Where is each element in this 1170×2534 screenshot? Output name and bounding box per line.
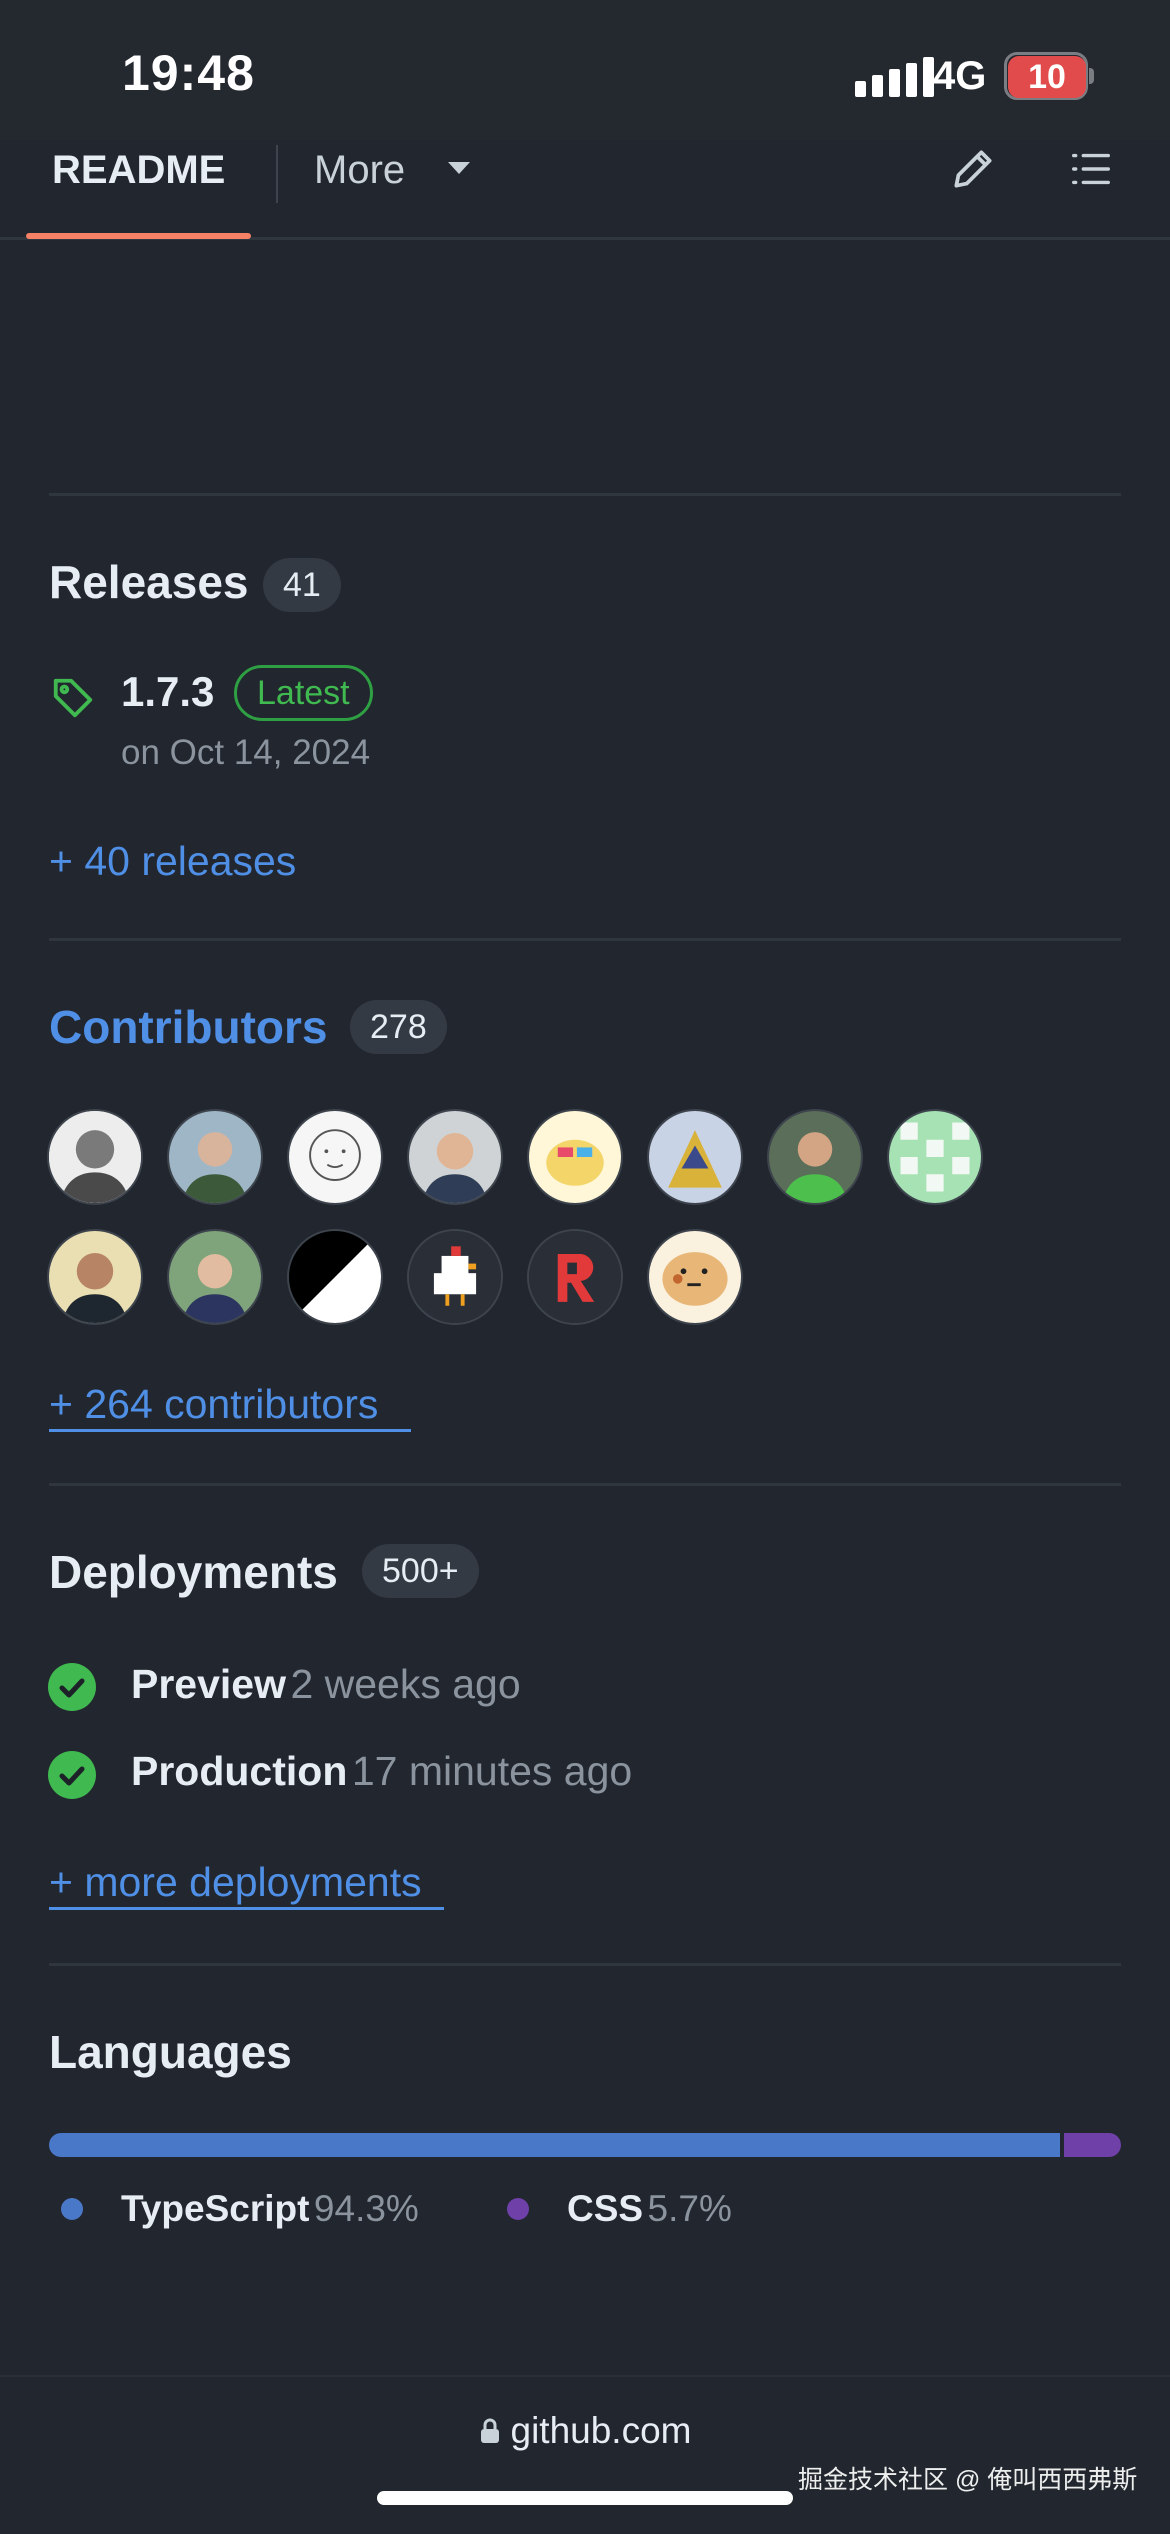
language-segment-typescript — [49, 2133, 1060, 2157]
avatar[interactable] — [887, 1109, 983, 1205]
status-time: 19:48 — [122, 45, 255, 101]
tab-separator — [276, 145, 278, 203]
deployment-item[interactable]: Preview 2 weeks ago — [131, 1661, 521, 1708]
language-bar — [49, 2133, 1121, 2157]
language-name: TypeScript — [121, 2188, 310, 2229]
latest-badge: Latest — [234, 665, 373, 721]
language-percent: 94.3% — [313, 2188, 419, 2229]
avatar[interactable] — [47, 1229, 143, 1325]
language-item[interactable]: CSS 5.7% — [567, 2188, 732, 2230]
language-dot — [61, 2198, 83, 2220]
deployment-time: 17 minutes ago — [351, 1748, 633, 1794]
languages-title: Languages — [49, 2026, 292, 2078]
tab-readme[interactable]: README — [52, 148, 225, 193]
deployment-name: Preview — [131, 1661, 286, 1707]
chevron-down-icon[interactable] — [448, 162, 470, 174]
language-segment-css — [1063, 2133, 1121, 2157]
avatar[interactable] — [407, 1229, 503, 1325]
tag-icon — [53, 678, 93, 718]
link-underline — [49, 1907, 444, 1910]
pencil-icon[interactable] — [948, 144, 998, 194]
divider — [49, 938, 1121, 941]
language-name: CSS — [567, 2188, 644, 2229]
language-dot — [507, 2198, 529, 2220]
divider — [49, 1483, 1121, 1486]
release-date: on Oct 14, 2024 — [121, 733, 371, 772]
releases-count: 41 — [263, 558, 341, 612]
contributors-title[interactable]: Contributors — [49, 1000, 328, 1054]
divider — [49, 493, 1121, 496]
contributors-count: 278 — [350, 1000, 447, 1054]
more-deployments-link[interactable]: + more deployments — [49, 1859, 422, 1906]
signal-icon — [855, 57, 934, 97]
more-releases-link[interactable]: + 40 releases — [49, 838, 296, 885]
avatar[interactable] — [287, 1229, 383, 1325]
home-indicator[interactable] — [377, 2491, 793, 2505]
releases-title[interactable]: Releases — [49, 555, 249, 609]
check-circle-icon — [48, 1663, 96, 1711]
check-circle-icon — [48, 1751, 96, 1799]
deployments-title[interactable]: Deployments — [49, 1545, 338, 1599]
divider — [49, 1963, 1121, 1966]
battery-cap — [1089, 68, 1094, 84]
deployment-time: 2 weeks ago — [290, 1661, 521, 1707]
link-underline — [49, 1429, 411, 1432]
url-bar[interactable]: github.com — [0, 2410, 1170, 2452]
lock-icon — [480, 2418, 499, 2443]
url-text: github.com — [510, 2410, 692, 2451]
watermark: 掘金技术社区 @ 俺叫西西弗斯 — [798, 2466, 1138, 2494]
avatar[interactable] — [47, 1109, 143, 1205]
avatar[interactable] — [527, 1109, 623, 1205]
deployment-name: Production — [131, 1748, 348, 1794]
battery-level: 10 — [1008, 56, 1086, 98]
language-item[interactable]: TypeScript 94.3% — [121, 2188, 419, 2230]
table-of-contents-icon[interactable] — [1068, 146, 1114, 192]
avatar[interactable] — [407, 1109, 503, 1205]
avatar[interactable] — [767, 1109, 863, 1205]
avatar[interactable] — [167, 1229, 263, 1325]
language-percent: 5.7% — [647, 2188, 732, 2229]
avatar[interactable] — [287, 1109, 383, 1205]
avatar[interactable] — [647, 1229, 743, 1325]
deployments-count: 500+ — [362, 1544, 479, 1598]
tab-active-indicator — [26, 233, 251, 239]
more-contributors-link[interactable]: + 264 contributors — [49, 1381, 378, 1428]
release-version[interactable]: 1.7.3 — [121, 668, 214, 716]
avatar[interactable] — [527, 1229, 623, 1325]
browser-bottom-bar — [0, 2375, 1170, 2534]
network-type: 4G — [933, 54, 987, 98]
tab-more[interactable]: More — [314, 148, 405, 193]
avatar[interactable] — [167, 1109, 263, 1205]
avatar[interactable] — [647, 1109, 743, 1205]
deployment-item[interactable]: Production 17 minutes ago — [131, 1748, 632, 1795]
